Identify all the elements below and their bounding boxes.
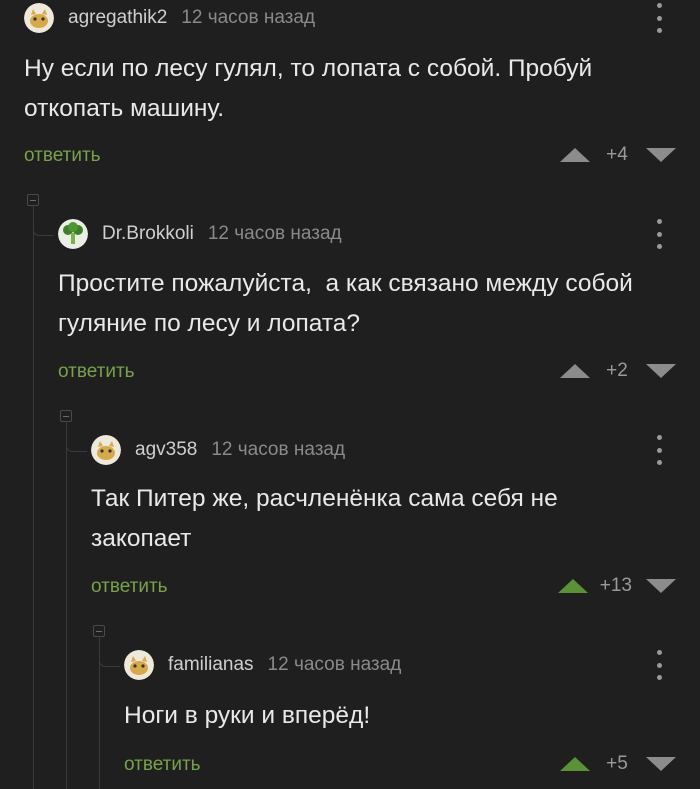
score: +2 <box>606 360 628 381</box>
more-options-icon[interactable] <box>654 3 664 33</box>
upvote-arrow-icon[interactable] <box>560 757 590 771</box>
downvote-arrow-icon[interactable] <box>646 148 676 162</box>
comment-time: 12 часов назад <box>211 439 346 460</box>
score: +13 <box>599 575 632 596</box>
comment-time: 12 часов назад <box>181 7 316 28</box>
upvote-arrow-icon[interactable] <box>560 364 590 378</box>
cat-avatar-icon[interactable] <box>124 650 154 680</box>
reply-button[interactable]: ответить <box>91 576 168 598</box>
score: +5 <box>606 753 628 774</box>
broccoli-avatar-icon[interactable] <box>58 219 88 249</box>
rating: +4 <box>560 140 676 170</box>
comment-text: Ну если по лесу гулял, то лопата с собой… <box>24 55 600 122</box>
upvote-arrow-icon[interactable] <box>557 579 588 593</box>
reply-button[interactable]: ответить <box>124 754 201 776</box>
author-name[interactable]: agv358 <box>135 439 197 461</box>
author-name[interactable]: agregathik2 <box>68 7 167 29</box>
comment-header: agregathik2 12 часов назад <box>24 0 315 38</box>
cat-avatar-icon[interactable] <box>24 3 54 33</box>
downvote-arrow-icon[interactable] <box>646 364 676 378</box>
rating: +13 <box>557 571 676 601</box>
reply-button[interactable]: ответить <box>24 145 101 167</box>
rating: +5 <box>560 749 676 779</box>
thread-elbow <box>99 636 120 667</box>
comment-header: agv358 12 часов назад <box>91 430 345 470</box>
thread-line <box>66 421 67 789</box>
thread-elbow <box>33 205 54 236</box>
reply-button[interactable]: ответить <box>58 361 135 383</box>
more-options-icon[interactable] <box>654 435 664 465</box>
comment-text: Так Питер же, расчленёнка сама себя не з… <box>91 485 565 552</box>
author-name[interactable]: Dr.Brokkoli <box>102 223 194 245</box>
upvote-arrow-icon[interactable] <box>560 148 590 162</box>
comment-header: familianas 12 часов назад <box>124 645 401 685</box>
more-options-icon[interactable] <box>654 219 664 249</box>
comment-time: 12 часов назад <box>207 223 342 244</box>
comment-time: 12 часов назад <box>267 654 402 675</box>
thread-line <box>33 205 34 789</box>
comment-text: Ноги в руки и вперёд! <box>124 702 371 729</box>
downvote-arrow-icon[interactable] <box>646 757 676 771</box>
downvote-arrow-icon[interactable] <box>646 579 676 593</box>
more-options-icon[interactable] <box>654 650 664 680</box>
comment-header: Dr.Brokkoli 12 часов назад <box>58 214 342 254</box>
thread-elbow <box>66 421 87 452</box>
comment-text: Простите пожалуйста, а как связано между… <box>58 270 640 337</box>
cat-avatar-icon[interactable] <box>91 435 121 465</box>
author-name[interactable]: familianas <box>168 654 254 676</box>
rating: +2 <box>560 356 676 386</box>
score: +4 <box>606 144 628 165</box>
